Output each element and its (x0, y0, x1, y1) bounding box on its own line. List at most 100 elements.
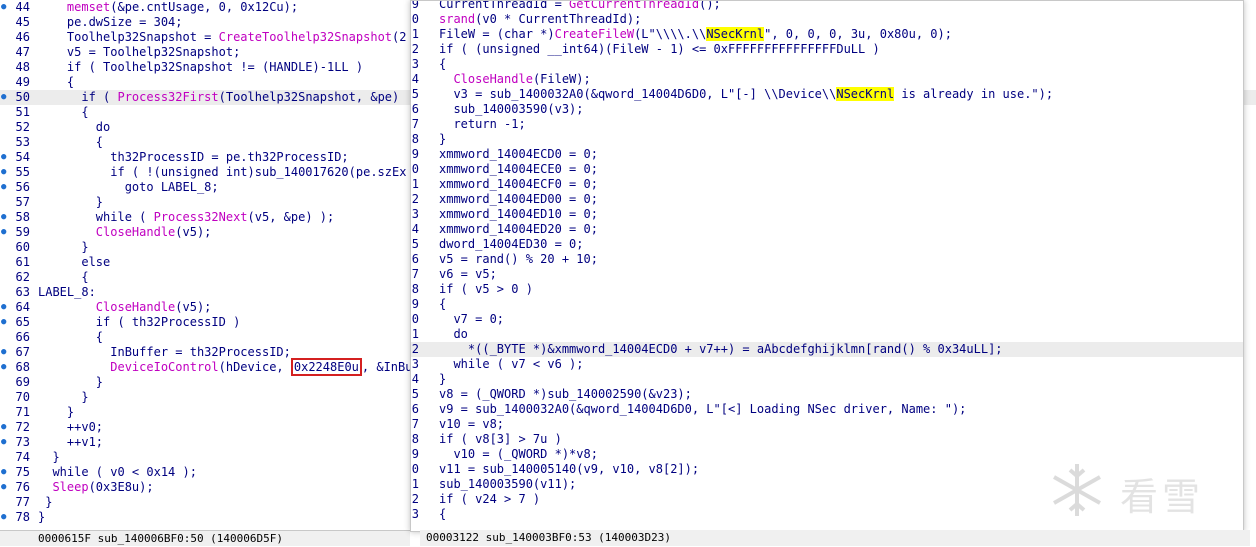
right-code-line[interactable]: 9 xmmword_14004ECD0 = 0; (411, 147, 1243, 162)
left-code-line[interactable]: 56 ● goto LABEL_8; (0, 180, 420, 195)
breakpoint-dot-icon[interactable]: ● (1, 165, 6, 180)
left-code-line[interactable]: 51 { (0, 105, 420, 120)
right-code-line[interactable]: 3{ (411, 57, 1243, 72)
right-code-line[interactable]: 0 v7 = 0; (411, 312, 1243, 327)
left-code-line[interactable]: 57 } (0, 195, 420, 210)
right-code-line[interactable]: 5 v3 = sub_1400032A0(&qword_14004D6D0, L… (411, 87, 1243, 102)
breakpoint-dot-icon[interactable]: ● (1, 150, 6, 165)
code-text: do (38, 120, 111, 134)
breakpoint-dot-icon[interactable]: ● (1, 435, 6, 450)
left-code-line[interactable]: 66 { (0, 330, 420, 345)
code-text: if ( th32ProcessID ) (38, 315, 241, 329)
left-code-line[interactable]: 49 { (0, 75, 420, 90)
breakpoint-dot-icon[interactable]: ● (1, 210, 6, 225)
line-number: 4 (411, 372, 419, 386)
breakpoint-dot-icon[interactable]: ● (1, 180, 6, 195)
right-code-line[interactable]: 2 xmmword_14004ED00 = 0; (411, 192, 1243, 207)
line-number: 0 (411, 12, 419, 26)
left-code-line[interactable]: 53 { (0, 135, 420, 150)
right-code-line[interactable]: 0 xmmword_14004ECE0 = 0; (411, 162, 1243, 177)
left-code-line[interactable]: 52 do (0, 120, 420, 135)
line-number: 51 (15, 105, 30, 119)
breakpoint-dot-icon[interactable]: ● (1, 465, 6, 480)
left-code-line[interactable]: 78 ●} (0, 510, 420, 525)
right-code-line[interactable]: 3 xmmword_14004ED10 = 0; (411, 207, 1243, 222)
line-number: 1 (411, 177, 419, 191)
left-code-line[interactable]: 59 ● CloseHandle(v5); (0, 225, 420, 240)
right-code-line[interactable]: 0 srand(v0 * CurrentThreadId); (411, 12, 1243, 27)
left-code-line[interactable]: 72 ● ++v0; (0, 420, 420, 435)
breakpoint-dot-icon[interactable]: ● (1, 420, 6, 435)
left-code-line[interactable]: 71 } (0, 405, 420, 420)
right-code-line[interactable]: 4} (411, 372, 1243, 387)
left-code-line[interactable]: 61 else (0, 255, 420, 270)
right-code-line[interactable]: 6 v5 = rand() % 20 + 10; (411, 252, 1243, 267)
right-code-line[interactable]: 4 xmmword_14004ED20 = 0; (411, 222, 1243, 237)
breakpoint-dot-icon[interactable]: ● (1, 225, 6, 240)
right-code-line[interactable]: 7 v6 = v5; (411, 267, 1243, 282)
right-code-line[interactable]: 6 sub_140003590(v3); (411, 102, 1243, 117)
right-code-line[interactable]: 1 FileW = (char *)CreateFileW(L"\\\\.\\NS… (411, 27, 1243, 42)
left-code-line[interactable]: 65 ● if ( th32ProcessID ) (0, 315, 420, 330)
right-code-line[interactable]: 1 xmmword_14004ECF0 = 0; (411, 177, 1243, 192)
breakpoint-dot-icon[interactable]: ● (1, 360, 6, 375)
right-code-line[interactable]: 4 CloseHandle(FileW); (411, 72, 1243, 87)
line-number: 2 (411, 492, 419, 506)
breakpoint-dot-icon[interactable]: ● (1, 315, 6, 330)
breakpoint-dot-icon[interactable]: ● (1, 90, 6, 105)
left-code-line[interactable]: 64 ● CloseHandle(v5); (0, 300, 420, 315)
left-code-line[interactable]: 48 if ( Toolhelp32Snapshot != (HANDLE)-1… (0, 60, 420, 75)
line-number: 57 (15, 195, 30, 209)
right-code-line[interactable]: 9{ (411, 297, 1243, 312)
pseudocode-pane-right[interactable]: 9 CurrentThreadId = GetCurrentThreadId();… (410, 0, 1244, 532)
left-code-line[interactable]: 54 ● th32ProcessID = pe.th32ProcessID; (0, 150, 420, 165)
left-code-line[interactable]: 55 ● if ( !(unsigned int)sub_140017620(pe… (0, 165, 420, 180)
breakpoint-dot-icon[interactable]: ● (1, 480, 6, 495)
code-text: { (38, 75, 75, 89)
left-code-line[interactable]: 44 ● memset(&pe.cntUsage, 0, 0x12Cu); (0, 0, 420, 15)
breakpoint-dot-icon[interactable]: ● (1, 300, 6, 315)
right-code-line[interactable]: 7 return -1; (411, 117, 1243, 132)
left-code-line[interactable]: 76 ● Sleep(0x3E8u); (0, 480, 420, 495)
breakpoint-dot-icon[interactable]: ● (1, 510, 6, 525)
right-code-line[interactable]: 5 dword_14004ED30 = 0; (411, 237, 1243, 252)
breakpoint-dot-icon[interactable]: ● (1, 345, 6, 360)
code-text: while ( v7 < v6 ); (439, 357, 584, 371)
right-code-line[interactable]: 3 while ( v7 < v6 ); (411, 357, 1243, 372)
breakpoint-dot-icon[interactable]: ● (1, 0, 6, 15)
right-code-line[interactable]: 1 do (411, 327, 1243, 342)
left-code-line[interactable]: 62 { (0, 270, 420, 285)
left-code-line[interactable]: 74 } (0, 450, 420, 465)
right-code-line[interactable]: 2 if ( (unsigned __int64)(FileW - 1) <= 0… (411, 42, 1243, 57)
status-bar-left: 0000615F sub_140006BF0:50 (140006D5F) (0, 530, 410, 546)
left-code-line[interactable]: 69 } (0, 375, 420, 390)
left-code-line[interactable]: 47 v5 = Toolhelp32Snapshot; (0, 45, 420, 60)
left-code-line[interactable]: 75 ● while ( v0 < 0x14 ); (0, 465, 420, 480)
left-code-line[interactable]: 58 ● while ( Process32Next(v5, &pe) ); (0, 210, 420, 225)
left-code-line[interactable]: 60 } (0, 240, 420, 255)
left-code-line[interactable]: 70 } (0, 390, 420, 405)
right-code-line[interactable]: 9 CurrentThreadId = GetCurrentThreadId(); (411, 1, 1243, 12)
left-code-line[interactable]: 50 ● if ( Process32First(Toolhelp32Snapsh… (0, 90, 420, 105)
right-code-line[interactable]: 5 v8 = (_QWORD *)sub_140002590(&v23); (411, 387, 1243, 402)
right-code-line[interactable]: 7 v10 = v8; (411, 417, 1243, 432)
right-code-line[interactable]: 8 if ( v5 > 0 ) (411, 282, 1243, 297)
right-code-line[interactable]: 8} (411, 132, 1243, 147)
left-code-line[interactable]: 63 LABEL_8: (0, 285, 420, 300)
left-code-line[interactable]: 73 ● ++v1; (0, 435, 420, 450)
code-text: CloseHandle(v5); (95, 225, 212, 239)
line-number: 3 (411, 57, 419, 71)
code-text: Sleep(0x3E8u); (52, 480, 154, 494)
left-code-line[interactable]: 46 Toolhelp32Snapshot = CreateToolhelp32… (0, 30, 420, 45)
line-number: 1 (411, 477, 419, 491)
pseudocode-pane-left[interactable]: 44 ● memset(&pe.cntUsage, 0, 0x12Cu); 45 p… (0, 0, 420, 546)
right-code-line[interactable]: 2 *((_BYTE *)&xmmword_14004ECD0 + v7++) … (411, 342, 1243, 357)
left-code-line[interactable]: 77 } (0, 495, 420, 510)
line-number: 2 (411, 342, 419, 356)
left-code-line[interactable]: 68 ● DeviceIoControl(hDevice, 0x2248E0u, … (0, 358, 420, 376)
right-code-line[interactable]: 8 if ( v8[3] > 7u ) (411, 432, 1243, 447)
left-code-line[interactable]: 45 pe.dwSize = 304; (0, 15, 420, 30)
right-code-line[interactable]: 6 v9 = sub_1400032A0(&qword_14004D6D0, L"… (411, 402, 1243, 417)
code-text: if ( v8[3] > 7u ) (439, 432, 562, 446)
code-text: v8 = (_QWORD *)sub_140002590(&v23); (439, 387, 692, 401)
